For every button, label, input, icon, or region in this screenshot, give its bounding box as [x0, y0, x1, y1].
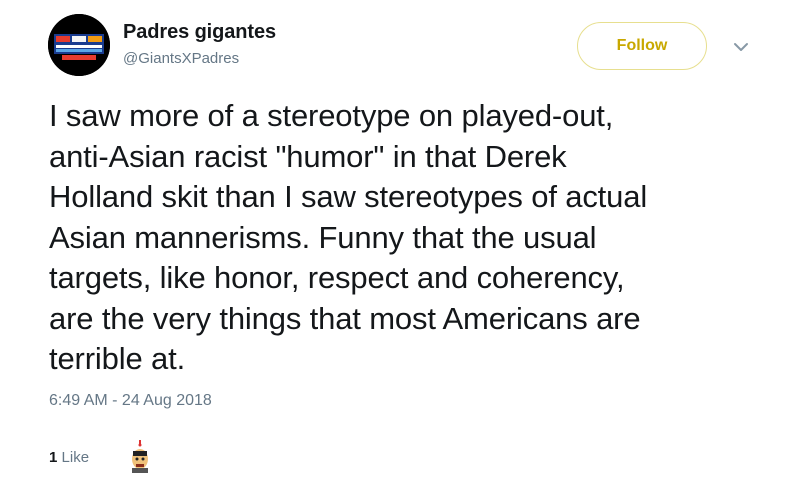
tweet-timestamp[interactable]: 6:49 AM - 24 Aug 2018 — [49, 390, 212, 412]
user-handle[interactable]: @GiantsXPadres — [123, 49, 239, 69]
tweet-text-line: anti-Asian racist "humor" in that Derek — [49, 138, 567, 174]
tweet-card: Padres gigantes @GiantsXPadres Follow I … — [0, 0, 800, 486]
tweet-text-line: terrible at. — [49, 341, 186, 376]
tweet-text-line: I saw more of a stereotype on played-out… — [49, 98, 614, 133]
like-stat[interactable]: 1 Like — [49, 448, 89, 468]
tweet-text-line: targets, like honor, respect and coheren… — [49, 260, 625, 295]
like-label: Like — [61, 449, 90, 466]
tweet-text: I saw more of a stereotype on played-out… — [49, 96, 749, 380]
display-name[interactable]: Padres gigantes — [123, 20, 276, 44]
tweet-text-line: Asian mannerisms. Funny that the usual — [49, 219, 597, 255]
chevron-down-icon[interactable] — [732, 40, 750, 54]
like-count: 1 — [49, 449, 58, 466]
tweet-text-line: Holland skit than I saw stereotypes of a… — [49, 179, 648, 214]
tweet-text-line: are the very things that most Americans … — [49, 300, 641, 336]
profile-avatar[interactable] — [48, 14, 110, 76]
liker-avatar[interactable] — [128, 440, 152, 474]
follow-button[interactable]: Follow — [577, 22, 707, 70]
